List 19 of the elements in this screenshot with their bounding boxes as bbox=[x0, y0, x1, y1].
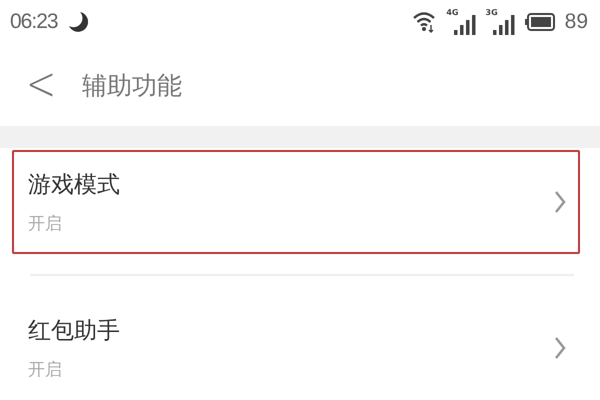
back-button[interactable]: < bbox=[26, 62, 56, 108]
item-title: 红包助手 bbox=[28, 317, 121, 346]
item-title: 游戏模式 bbox=[28, 171, 121, 200]
chevron-icon bbox=[554, 336, 566, 360]
network-label: 4G bbox=[446, 9, 458, 18]
item-status: 开启 bbox=[28, 213, 63, 236]
settings-item[interactable]: 红包助手 开启 bbox=[12, 296, 580, 400]
status-time: 06:23 bbox=[10, 10, 58, 34]
chevron-icon bbox=[554, 190, 566, 214]
network-label: 3G bbox=[486, 9, 498, 18]
battery-icon bbox=[524, 13, 555, 32]
battery-level: 89 bbox=[564, 10, 588, 34]
settings-item[interactable]: 游戏模式 开启 bbox=[12, 150, 580, 254]
wifi-icon bbox=[412, 10, 436, 34]
moon-icon bbox=[68, 11, 88, 34]
signal-icon bbox=[492, 15, 515, 36]
item-status: 开启 bbox=[28, 359, 63, 382]
page-title: 辅助功能 bbox=[82, 70, 182, 102]
signal-icon bbox=[454, 15, 476, 36]
